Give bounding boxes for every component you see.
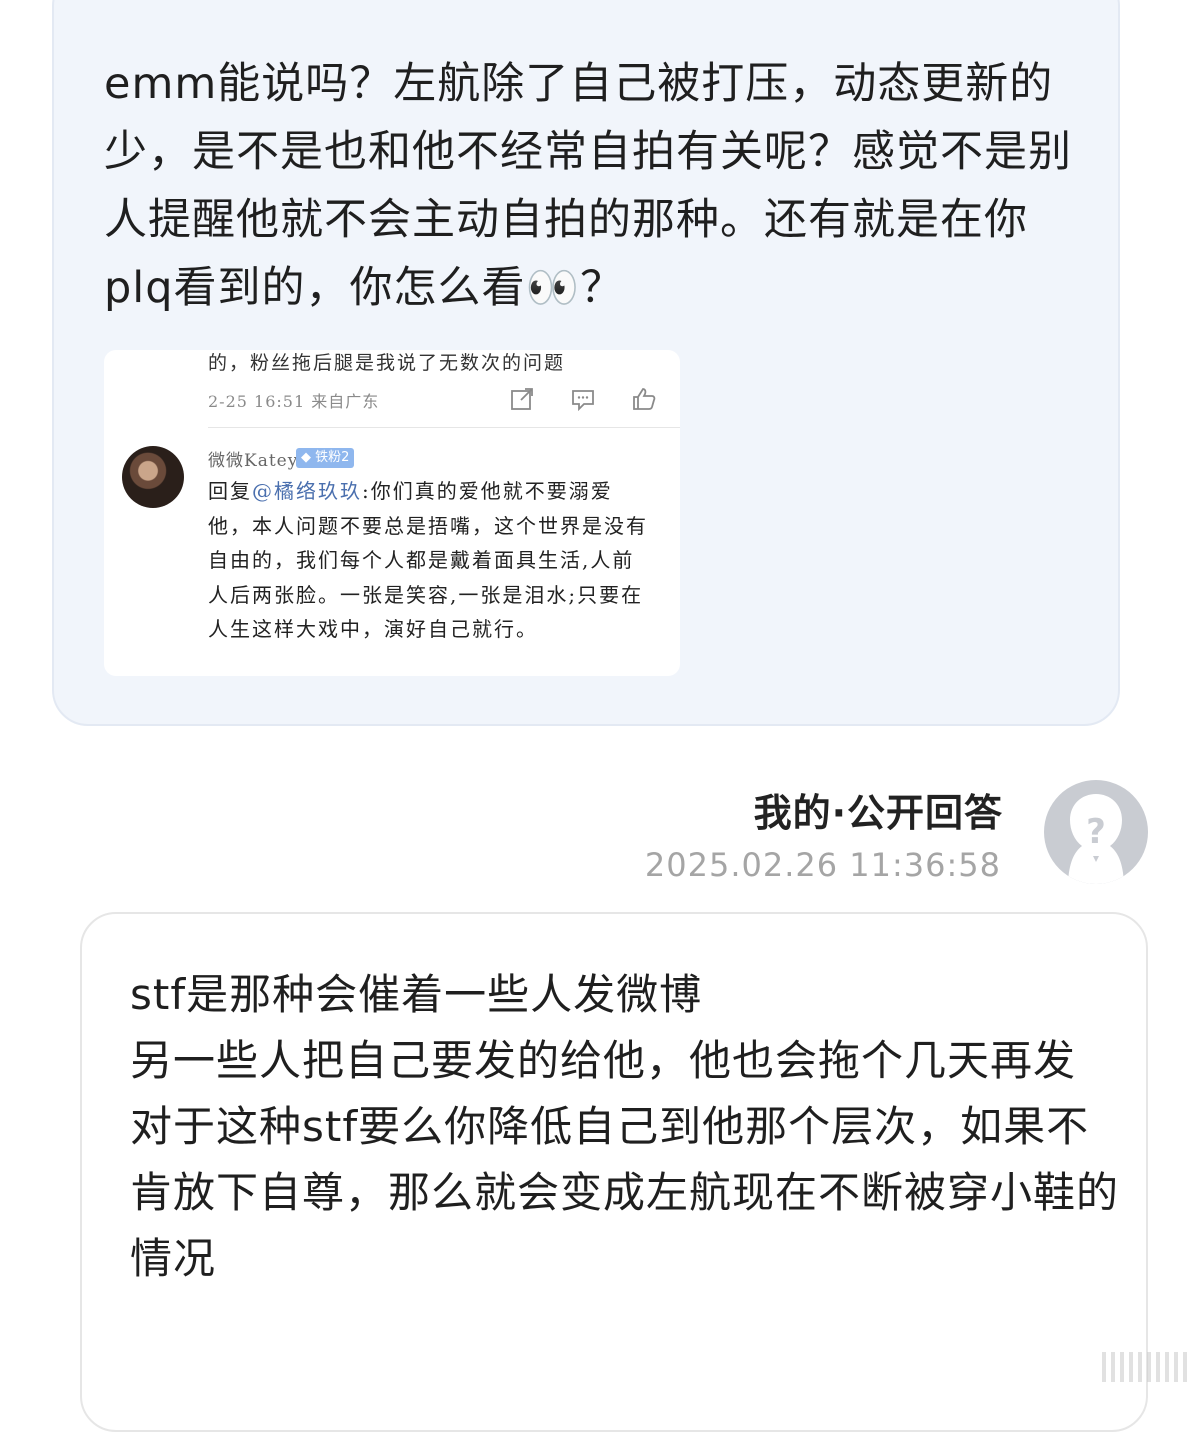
share-icon bbox=[511, 388, 533, 410]
commenter-name: 微微Katey bbox=[208, 451, 299, 471]
reply-mention: @橘络玖玖 bbox=[252, 479, 362, 503]
fan-badge: ◆ 铁粉2 bbox=[296, 448, 355, 468]
screenshot-previous-comment: 的，粉丝拖后腿是我说了无数次的问题 bbox=[208, 352, 566, 374]
answer-author: 我的·公开回答 bbox=[753, 791, 1003, 835]
question-mark-icon: ? bbox=[1086, 812, 1106, 852]
attached-screenshot[interactable]: 的，粉丝拖后腿是我说了无数次的问题 2-25 16:51 来自广东 微微Kate… bbox=[104, 350, 680, 676]
reply-prefix: 回复 bbox=[208, 479, 252, 503]
commenter-avatar bbox=[122, 446, 184, 508]
unknown-user-avatar[interactable]: ? bbox=[1044, 780, 1148, 884]
answer-text: stf是那种会催着一些人发微博 另一些人把自己要发的给他，他也会拖个几天再发 对… bbox=[130, 970, 1120, 1283]
question-text: emm能说吗？左航除了自己被打压，动态更新的少，是不是也和他不经常自拍有关呢？感… bbox=[104, 59, 1072, 313]
screenshot-comment-meta: 2-25 16:51 来自广东 bbox=[208, 392, 380, 411]
screenshot-divider bbox=[208, 427, 680, 428]
commenter-reply: 回复@橘络玖玖:你们真的爱他就不要溺爱他，本人问题不要总是捂嘴，这个世界是没有自… bbox=[208, 474, 648, 647]
comment-icon bbox=[572, 390, 594, 412]
like-icon bbox=[633, 388, 656, 410]
reply-body: :你们真的爱他就不要溺爱他，本人问题不要总是捂嘴，这个世界是没有自由的，我们每个… bbox=[208, 479, 648, 641]
answer-timestamp: 2025.02.26 11:36:58 bbox=[644, 846, 1001, 884]
fan-badge-label: 铁粉2 bbox=[315, 450, 350, 465]
watermark-signature-icon bbox=[1102, 1352, 1188, 1382]
